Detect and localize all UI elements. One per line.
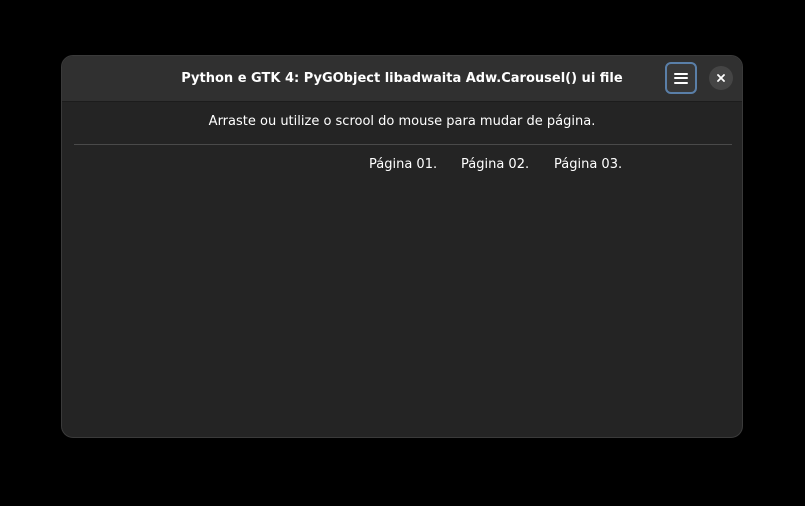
content-area: Arraste ou utilize o scrool do mouse par… [62,102,742,437]
app-window: Python e GTK 4: PyGObject libadwaita Adw… [61,55,743,438]
separator [74,144,732,145]
main-menu-button[interactable] [665,62,697,94]
carousel-page-2[interactable]: Página 02. [461,157,529,172]
header-bar: Python e GTK 4: PyGObject libadwaita Adw… [62,56,742,102]
close-button[interactable] [709,66,733,90]
window-title: Python e GTK 4: PyGObject libadwaita Adw… [181,71,623,86]
carousel[interactable]: Página 01. Página 02. Página 03. [62,157,742,177]
carousel-page-1[interactable]: Página 01. [369,157,437,172]
carousel-page-3[interactable]: Página 03. [554,157,622,172]
close-icon [717,74,725,82]
hamburger-menu-icon [674,72,688,84]
instruction-label: Arraste ou utilize o scrool do mouse par… [208,114,596,129]
